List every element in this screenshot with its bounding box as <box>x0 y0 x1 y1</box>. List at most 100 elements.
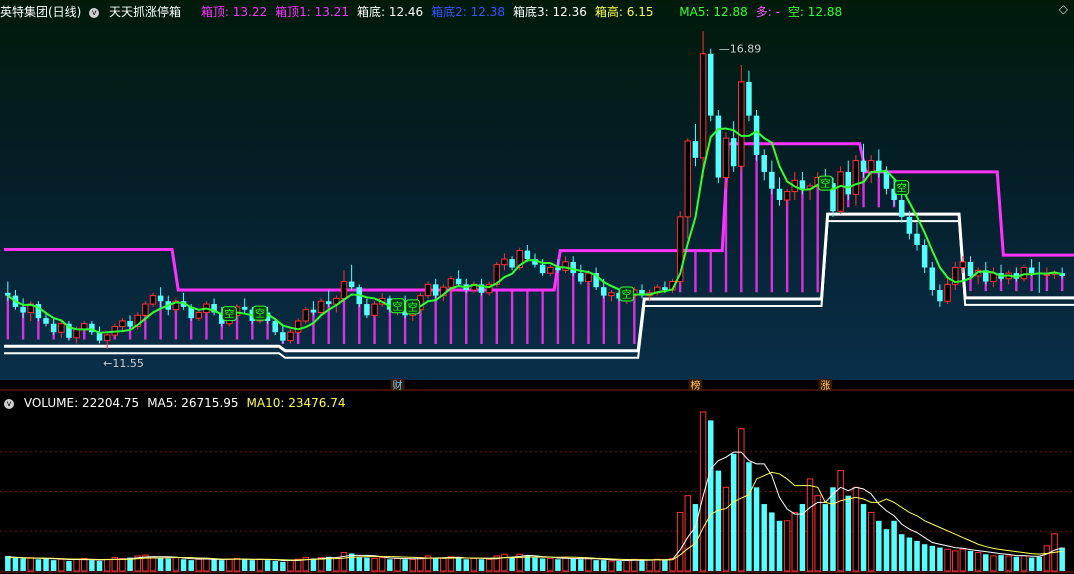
volume-bar <box>340 552 348 572</box>
volume-bar <box>601 560 607 571</box>
ma-value: - <box>775 5 780 19</box>
candle-body <box>783 191 791 201</box>
candle-body <box>73 328 80 339</box>
candle-body <box>294 320 302 333</box>
box-fill-bar <box>434 295 437 344</box>
volume-bar <box>676 511 684 572</box>
candle-body <box>883 171 890 189</box>
candle-body <box>149 295 157 305</box>
volume-bar <box>593 560 599 571</box>
volume-bar <box>753 487 760 571</box>
candle-body <box>43 318 49 324</box>
volume-bar <box>409 558 417 572</box>
candle-body <box>127 320 133 327</box>
ma-label: MA5: <box>679 5 714 19</box>
volume-bar <box>165 558 172 571</box>
volume-bar <box>509 556 515 571</box>
candle-body <box>662 287 668 290</box>
signal-label: 空 <box>255 307 265 320</box>
candle-body <box>959 261 967 268</box>
diamond-icon[interactable]: ◇ <box>1059 2 1068 16</box>
volume-bar <box>998 555 1004 571</box>
box-fill-bar <box>801 188 804 293</box>
candle-body <box>730 138 737 167</box>
volume-bar <box>959 548 967 572</box>
volume-bar <box>646 559 653 572</box>
volume-bar <box>707 420 714 571</box>
volume-bar <box>761 504 767 571</box>
indicator-item: 箱底2: 12.38 <box>431 5 505 19</box>
volume-bar <box>249 560 256 571</box>
box-fill-bar <box>709 250 712 293</box>
volume-bar <box>639 560 645 571</box>
indicator-value: 12.46 <box>388 5 424 19</box>
volume-bar <box>937 547 943 571</box>
volume-bar <box>195 558 203 572</box>
volume-bar <box>211 559 217 571</box>
volume-value: 26715.95 <box>181 396 239 410</box>
candle-body <box>340 281 348 299</box>
ma-value: 12.88 <box>807 5 843 19</box>
candle-body <box>547 267 554 274</box>
signal-label: 空 <box>622 288 632 301</box>
candle-body <box>769 171 775 189</box>
ma-item: MA5: 12.88 <box>679 5 747 19</box>
volume-bar <box>608 560 615 572</box>
candle-body <box>539 264 546 274</box>
ma-values: MA5: 12.88 多: - 空: 12.88 <box>679 5 850 19</box>
volume-bar <box>241 559 248 571</box>
box-fill-bar <box>556 270 560 344</box>
candle-body <box>280 332 286 341</box>
indicator-value: 13.21 <box>314 5 349 19</box>
volume-bar <box>951 550 959 572</box>
chevron-down-icon[interactable]: v <box>4 399 14 409</box>
volume-bar <box>333 557 340 572</box>
box-fill-bar <box>755 155 758 293</box>
indicator-item: 箱底3: 12.36 <box>513 5 587 19</box>
volume-bar <box>417 557 424 572</box>
indicator-item: 箱高: 6.15 <box>595 5 654 19</box>
volume-bar <box>974 552 982 572</box>
indicator-label: 箱底2: <box>431 5 471 19</box>
volume-bar <box>66 560 72 571</box>
volume-bar <box>921 544 928 571</box>
candle-body <box>287 331 294 342</box>
candle-body <box>524 250 531 260</box>
candle-body <box>1020 267 1028 280</box>
candle-body <box>761 155 767 172</box>
volume-bar <box>387 559 393 571</box>
signal-label: 空 <box>820 177 830 190</box>
event-marker: 榜 <box>690 379 700 392</box>
candle-body <box>929 267 936 290</box>
indicator-value: 6.15 <box>626 5 654 19</box>
box-fill-bar <box>816 177 819 293</box>
event-marker: 涨 <box>820 380 830 392</box>
candle-body <box>578 273 584 282</box>
candle-body <box>50 323 57 333</box>
indicator-value: 12.38 <box>470 5 506 19</box>
volume-item: MA5: 26715.95 <box>147 396 238 410</box>
candle-body <box>424 283 432 297</box>
volume-bar <box>12 557 19 571</box>
ma-item: 空: 12.88 <box>788 5 842 19</box>
volume-bar <box>883 529 890 571</box>
volume-label: VOLUME: <box>23 396 82 410</box>
indicator-item: 箱顶1: 13.21 <box>275 5 349 19</box>
candle-body <box>914 233 920 245</box>
volume-bar <box>394 557 401 572</box>
volume-label: MA10: <box>246 396 289 410</box>
volume-bar <box>769 512 775 571</box>
candle-body <box>142 303 149 316</box>
volume-label: MA5: <box>147 396 182 410</box>
candle-body <box>5 292 11 296</box>
volume-bar <box>356 556 363 571</box>
volume-bar <box>378 557 386 572</box>
volume-bar <box>867 511 875 572</box>
volume-bar <box>699 411 707 572</box>
volume-bar <box>822 504 829 571</box>
volume-bar <box>914 540 920 571</box>
candle-body <box>746 81 752 116</box>
box-fill-bar <box>449 290 453 344</box>
volume-bar <box>478 559 485 571</box>
chevron-down-icon[interactable]: v <box>89 8 100 18</box>
